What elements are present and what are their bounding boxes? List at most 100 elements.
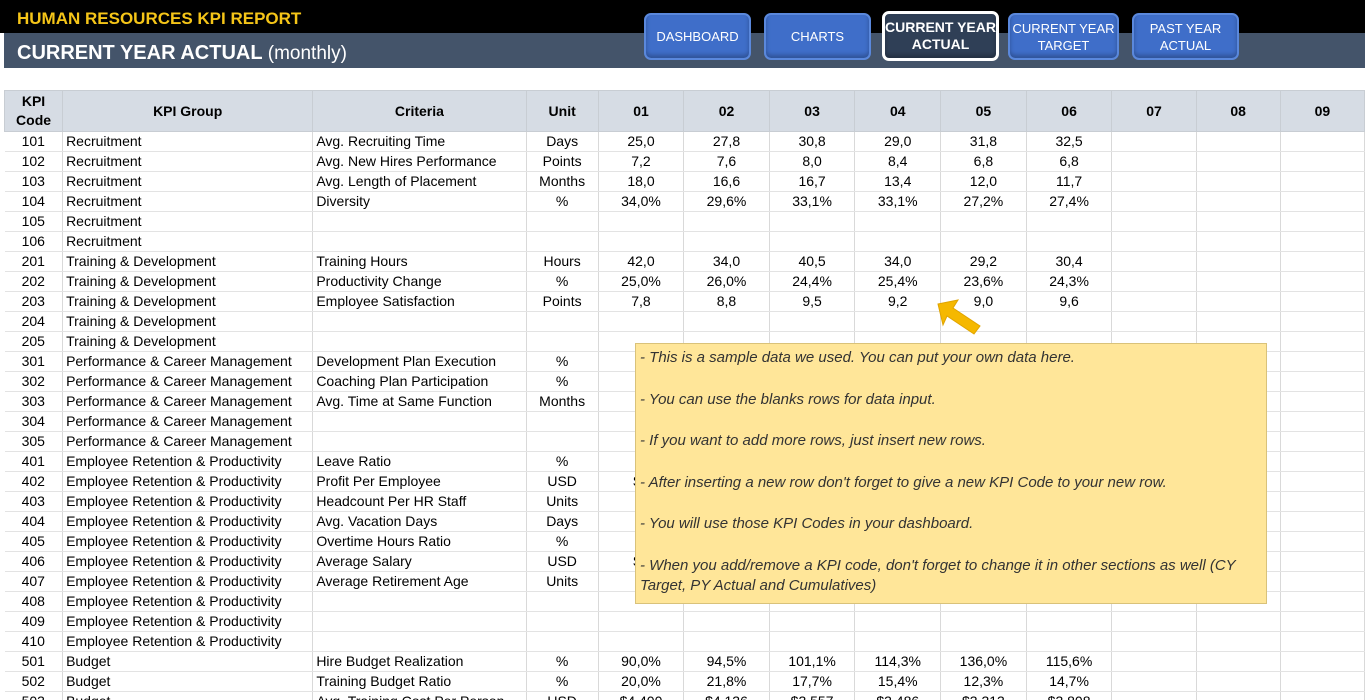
- table-cell[interactable]: Employee Retention & Productivity: [62, 571, 314, 592]
- table-cell[interactable]: [1111, 211, 1197, 232]
- table-cell[interactable]: [598, 211, 685, 232]
- table-cell[interactable]: [1111, 151, 1197, 172]
- table-cell[interactable]: [1280, 671, 1365, 692]
- table-cell[interactable]: Employee Retention & Productivity: [62, 631, 314, 652]
- table-cell[interactable]: 103: [4, 171, 64, 192]
- table-cell[interactable]: [683, 311, 770, 332]
- table-cell[interactable]: Training & Development: [62, 271, 314, 292]
- table-cell[interactable]: [1280, 531, 1365, 552]
- table-cell[interactable]: [683, 231, 770, 252]
- table-cell[interactable]: Avg. Training Cost Per Person: [312, 691, 527, 700]
- table-cell[interactable]: 29,2: [940, 251, 1027, 272]
- table-cell[interactable]: [312, 411, 527, 432]
- table-cell[interactable]: 409: [4, 611, 64, 632]
- table-cell[interactable]: %: [526, 191, 599, 212]
- table-cell[interactable]: 34,0: [854, 251, 942, 272]
- table-cell[interactable]: [312, 311, 527, 332]
- table-cell[interactable]: Days: [526, 511, 599, 532]
- table-cell[interactable]: Training Budget Ratio: [312, 671, 527, 692]
- table-cell[interactable]: Recruitment: [62, 151, 314, 172]
- table-cell[interactable]: [526, 331, 599, 352]
- table-cell[interactable]: [1280, 251, 1365, 272]
- table-cell[interactable]: [1111, 231, 1197, 252]
- table-cell[interactable]: [598, 311, 685, 332]
- table-cell[interactable]: [526, 631, 599, 652]
- table-cell[interactable]: [769, 611, 856, 632]
- table-cell[interactable]: 205: [4, 331, 64, 352]
- table-cell[interactable]: 27,8: [683, 131, 770, 152]
- table-cell[interactable]: [1280, 311, 1365, 332]
- table-cell[interactable]: 40,5: [769, 251, 856, 272]
- table-cell[interactable]: $4.136: [683, 691, 770, 700]
- table-cell[interactable]: [1111, 251, 1197, 272]
- table-cell[interactable]: %: [526, 671, 599, 692]
- table-cell[interactable]: [1026, 631, 1113, 652]
- table-cell[interactable]: [1280, 131, 1365, 152]
- table-cell[interactable]: [1196, 311, 1281, 332]
- table-cell[interactable]: Employee Retention & Productivity: [62, 451, 314, 472]
- table-cell[interactable]: 30,8: [769, 131, 856, 152]
- table-cell[interactable]: Leave Ratio: [312, 451, 527, 472]
- table-cell[interactable]: Employee Retention & Productivity: [62, 471, 314, 492]
- table-cell[interactable]: [1280, 391, 1365, 412]
- table-cell[interactable]: 16,7: [769, 171, 856, 192]
- table-cell[interactable]: [1111, 131, 1197, 152]
- table-cell[interactable]: 502: [4, 671, 64, 692]
- table-cell[interactable]: 301: [4, 351, 64, 372]
- table-cell[interactable]: 42,0: [598, 251, 685, 272]
- table-cell[interactable]: 7,6: [683, 151, 770, 172]
- dashboard-button[interactable]: DASHBOARD: [644, 13, 751, 60]
- table-cell[interactable]: 31,8: [940, 131, 1027, 152]
- table-cell[interactable]: [1026, 211, 1113, 232]
- table-cell[interactable]: [312, 431, 527, 452]
- table-cell[interactable]: Recruitment: [62, 231, 314, 252]
- table-cell[interactable]: Avg. Time at Same Function: [312, 391, 527, 412]
- table-cell[interactable]: 503: [4, 691, 64, 700]
- table-cell[interactable]: [1280, 211, 1365, 232]
- table-cell[interactable]: %: [526, 531, 599, 552]
- table-cell[interactable]: Avg. New Hires Performance: [312, 151, 527, 172]
- table-cell[interactable]: [940, 211, 1027, 232]
- table-cell[interactable]: [1196, 291, 1281, 312]
- table-cell[interactable]: Training & Development: [62, 311, 314, 332]
- table-cell[interactable]: $3.557: [769, 691, 856, 700]
- charts-button[interactable]: CHARTS: [764, 13, 871, 60]
- table-cell[interactable]: [1280, 271, 1365, 292]
- table-cell[interactable]: [526, 431, 599, 452]
- table-cell[interactable]: [1280, 351, 1365, 372]
- table-cell[interactable]: 94,5%: [683, 651, 770, 672]
- table-cell[interactable]: 201: [4, 251, 64, 272]
- table-cell[interactable]: 501: [4, 651, 64, 672]
- table-cell[interactable]: [1280, 471, 1365, 492]
- table-cell[interactable]: 302: [4, 371, 64, 392]
- table-cell[interactable]: 406: [4, 551, 64, 572]
- table-cell[interactable]: Hours: [526, 251, 599, 272]
- table-cell[interactable]: 204: [4, 311, 64, 332]
- table-cell[interactable]: [1196, 211, 1281, 232]
- table-cell[interactable]: 16,6: [683, 171, 770, 192]
- table-cell[interactable]: 101,1%: [769, 651, 856, 672]
- table-cell[interactable]: Months: [526, 391, 599, 412]
- table-cell[interactable]: %: [526, 351, 599, 372]
- table-cell[interactable]: 8,4: [854, 151, 942, 172]
- table-cell[interactable]: %: [526, 271, 599, 292]
- table-cell[interactable]: Employee Retention & Productivity: [62, 531, 314, 552]
- table-cell[interactable]: [312, 331, 527, 352]
- table-cell[interactable]: Employee Retention & Productivity: [62, 551, 314, 572]
- table-cell[interactable]: Avg. Length of Placement: [312, 171, 527, 192]
- table-cell[interactable]: 7,8: [598, 291, 685, 312]
- table-cell[interactable]: $3.313: [940, 691, 1027, 700]
- table-cell[interactable]: [1111, 691, 1197, 700]
- table-cell[interactable]: [1280, 151, 1365, 172]
- table-cell[interactable]: Recruitment: [62, 191, 314, 212]
- table-cell[interactable]: 115,6%: [1026, 651, 1113, 672]
- table-cell[interactable]: [526, 211, 599, 232]
- table-cell[interactable]: [1280, 551, 1365, 572]
- table-cell[interactable]: 102: [4, 151, 64, 172]
- table-cell[interactable]: 9,2: [854, 291, 942, 312]
- table-cell[interactable]: 27,4%: [1026, 191, 1113, 212]
- table-cell[interactable]: 13,4: [854, 171, 942, 192]
- table-cell[interactable]: [1196, 171, 1281, 192]
- table-cell[interactable]: [1280, 591, 1365, 612]
- table-cell[interactable]: Budget: [62, 691, 314, 700]
